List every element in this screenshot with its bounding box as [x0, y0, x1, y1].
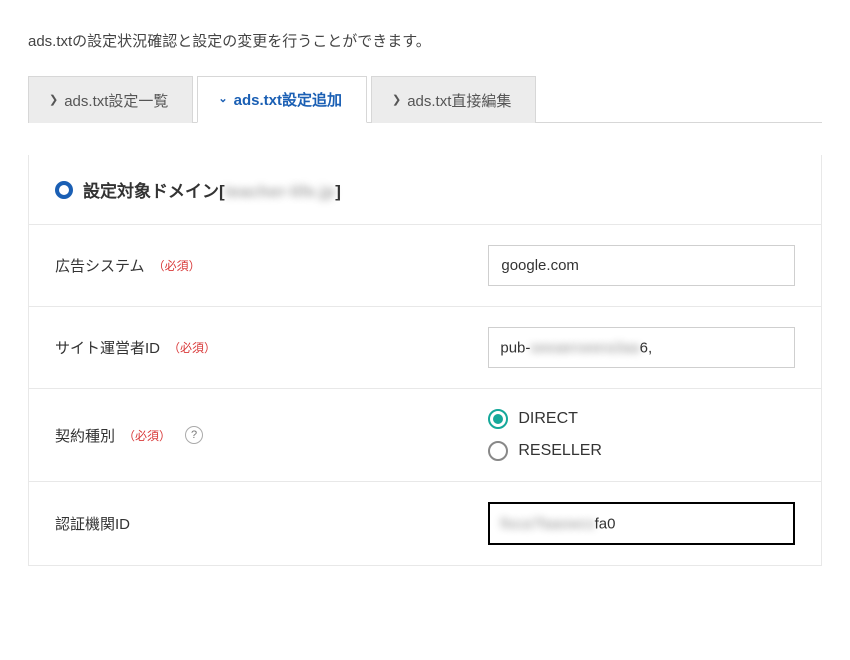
label-contract-type: 契約種別 （必須） ?	[29, 397, 488, 474]
radio-label: RESELLER	[518, 442, 602, 460]
contract-type-radio-group: DIRECT RESELLER	[488, 409, 795, 461]
publisher-id-input[interactable]	[488, 327, 795, 368]
label-publisher-id: サイト運営者ID （必須）	[29, 309, 488, 386]
radio-icon	[488, 441, 508, 461]
row-ad-system: 広告システム （必須）	[29, 225, 821, 307]
tab-label: ads.txt設定一覧	[64, 90, 168, 111]
row-publisher-id: サイト運営者ID （必須） pub-seeaeroeera3aa6,	[29, 307, 821, 389]
bullet-icon	[55, 181, 73, 199]
tab-bar: ❯ ads.txt設定一覧 ⌄ ads.txt設定追加 ❯ ads.txt直接編…	[28, 75, 822, 123]
radio-direct[interactable]: DIRECT	[488, 409, 795, 429]
row-contract-type: 契約種別 （必須） ? DIRECT RESELLER	[29, 389, 821, 482]
tab-ads-add[interactable]: ⌄ ads.txt設定追加	[197, 76, 367, 123]
chevron-right-icon: ❯	[49, 95, 58, 106]
section-header: 設定対象ドメイン[teacher-life.jp]	[29, 155, 821, 225]
domain-masked: teacher-life.jp	[225, 182, 336, 201]
radio-label: DIRECT	[518, 410, 578, 428]
cert-authority-id-input[interactable]	[488, 502, 795, 545]
label-cert-authority-id: 認証機関ID	[29, 485, 488, 562]
required-badge: （必須）	[153, 257, 201, 274]
radio-icon	[488, 409, 508, 429]
tab-ads-list[interactable]: ❯ ads.txt設定一覧	[28, 76, 193, 123]
help-icon[interactable]: ?	[185, 426, 203, 444]
section-title: 設定対象ドメイン[teacher-life.jp]	[83, 177, 341, 202]
tab-label: ads.txt設定追加	[234, 89, 342, 110]
ad-system-input[interactable]	[488, 245, 795, 286]
page-description: ads.txtの設定状況確認と設定の変更を行うことができます。	[28, 30, 822, 51]
required-badge: （必須）	[168, 339, 216, 356]
tab-content-add: 設定対象ドメイン[teacher-life.jp] 広告システム （必須） サイ…	[28, 155, 822, 566]
radio-reseller[interactable]: RESELLER	[488, 441, 795, 461]
label-ad-system: 広告システム （必須）	[29, 227, 488, 304]
tab-label: ads.txt直接編集	[407, 90, 511, 111]
chevron-down-icon: ⌄	[218, 94, 227, 105]
tab-ads-direct-edit[interactable]: ❯ ads.txt直接編集	[371, 76, 536, 123]
required-badge: （必須）	[123, 427, 171, 444]
row-cert-authority-id: 認証機関ID fisca7faaowcsfa0	[29, 482, 821, 565]
chevron-right-icon: ❯	[392, 95, 401, 106]
